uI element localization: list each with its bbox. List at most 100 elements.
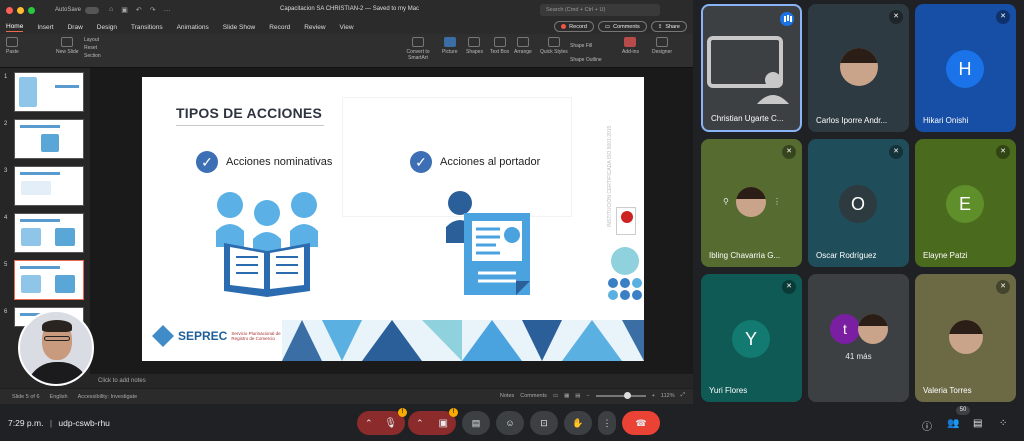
- slide-thumbnail-2[interactable]: [14, 119, 84, 159]
- tile-valeria-torres[interactable]: ✕ Valeria Torres: [915, 274, 1016, 402]
- tile-elayne-patzi[interactable]: E ✕ Elayne Patzi: [915, 139, 1016, 267]
- paste-button[interactable]: Paste: [6, 37, 19, 55]
- slide-thumbnail-3[interactable]: [14, 166, 84, 206]
- more-participants-label: 41 más: [845, 352, 872, 361]
- layout-button[interactable]: Layout: [84, 36, 101, 44]
- pin-icon[interactable]: ⚲: [723, 197, 729, 206]
- reset-button[interactable]: Reset: [84, 44, 101, 52]
- picture-button[interactable]: Picture: [442, 37, 458, 55]
- share-button[interactable]: ⇪ Share: [650, 21, 687, 32]
- redo-icon[interactable]: ↷: [150, 6, 156, 14]
- avatar: [858, 314, 888, 344]
- text-box-button[interactable]: Text Box: [490, 37, 509, 55]
- tab-home[interactable]: Home: [6, 23, 24, 32]
- convert-smartart-button[interactable]: Convert to SmartArt: [398, 37, 438, 61]
- new-slide-icon: [61, 37, 74, 47]
- avatar-initial: H: [946, 50, 984, 88]
- tab-record[interactable]: Record: [269, 24, 290, 31]
- microphone-toggle[interactable]: ⌃ 🎙 !: [357, 408, 407, 435]
- end-call-button[interactable]: ☎: [622, 411, 660, 435]
- grid-view-icon[interactable]: ▦: [564, 393, 569, 399]
- tab-transitions[interactable]: Transitions: [131, 24, 163, 31]
- tile-yuri-flores[interactable]: Y ✕ Yuri Flores: [701, 274, 802, 402]
- shape-outline-button[interactable]: Shape Outline: [570, 53, 602, 67]
- minimize-window-button[interactable]: [17, 6, 24, 14]
- shape-format: Shape Fill Shape Outline: [570, 39, 602, 67]
- arrange-button[interactable]: Arrange: [514, 37, 532, 55]
- zoom-level[interactable]: 112%: [661, 393, 675, 399]
- comments-toggle[interactable]: Comments: [520, 393, 547, 399]
- tile-ibling-chavarria[interactable]: ⚲ ⋮ ✕ Ibling Chavarria G...: [701, 139, 802, 267]
- reactions-button[interactable]: ☺: [496, 411, 524, 435]
- comments-button[interactable]: ▭ Comments: [597, 21, 647, 32]
- tab-view[interactable]: View: [340, 24, 354, 31]
- maximize-window-button[interactable]: [28, 6, 35, 14]
- save-icon[interactable]: ▣: [121, 6, 128, 14]
- notes-input[interactable]: Click to add notes: [90, 374, 693, 388]
- people-icon[interactable]: 👥: [947, 418, 959, 429]
- raise-hand-button[interactable]: ✋: [564, 411, 592, 435]
- warning-icon: !: [398, 408, 407, 417]
- window-controls: [6, 6, 35, 14]
- more-options-button[interactable]: ⋮: [598, 411, 616, 435]
- checkmark-icon: ✓: [410, 151, 432, 173]
- zoom-slider[interactable]: [595, 391, 646, 399]
- close-window-button[interactable]: [6, 6, 13, 14]
- slide-counter: Slide 5 of 6: [12, 393, 40, 400]
- activities-icon[interactable]: ⁘: [999, 418, 1007, 429]
- captions-button[interactable]: ▤: [462, 411, 490, 435]
- tile-hikari-onishi[interactable]: H ✕ Hikari Onishi: [915, 4, 1016, 132]
- slide-thumbnail-5[interactable]: [14, 260, 84, 300]
- mic-options-chevron-icon[interactable]: ⌃: [365, 418, 373, 429]
- addins-button[interactable]: Add-ins: [622, 37, 639, 55]
- zoom-slider-knob[interactable]: [623, 391, 631, 399]
- zoom-in-icon[interactable]: +: [652, 393, 655, 399]
- tab-review[interactable]: Review: [304, 24, 325, 31]
- meeting-details-icon[interactable]: ⓘ: [922, 418, 932, 433]
- more-icon[interactable]: …: [164, 6, 171, 14]
- undo-icon[interactable]: ↶: [136, 6, 142, 14]
- quick-styles-button[interactable]: Quick Styles: [540, 37, 568, 55]
- home-icon[interactable]: ⌂: [109, 6, 113, 14]
- autosave-toggle[interactable]: [85, 6, 100, 14]
- slide-thumbnail-4[interactable]: [14, 213, 84, 253]
- participant-name: Elayne Patzi: [923, 251, 968, 260]
- normal-view-icon[interactable]: ▭: [553, 393, 558, 399]
- current-slide[interactable]: TIPOS DE ACCIONES ✓ Acciones nominativas…: [142, 77, 644, 361]
- camera-options-chevron-icon[interactable]: ⌃: [416, 418, 424, 429]
- record-button[interactable]: Record: [554, 21, 594, 32]
- search-input[interactable]: Search (Cmd + Ctrl + U): [540, 4, 660, 16]
- tab-insert[interactable]: Insert: [37, 24, 53, 31]
- more-options-icon[interactable]: ⋮: [773, 197, 781, 206]
- tile-oscar-rodriguez[interactable]: O ✕ Oscar Rodríguez: [808, 139, 909, 267]
- meeting-code[interactable]: udp-cswb-rhu: [58, 418, 110, 428]
- record-icon: [561, 24, 567, 29]
- language-indicator[interactable]: English: [50, 394, 68, 400]
- fit-to-window-icon[interactable]: ⤢: [681, 392, 685, 399]
- share-label: Share: [665, 23, 680, 30]
- record-label: Record: [569, 23, 587, 30]
- tab-slide-show[interactable]: Slide Show: [223, 24, 256, 31]
- designer-button[interactable]: Designer: [652, 37, 672, 55]
- zoom-out-icon[interactable]: −: [586, 393, 589, 399]
- addins-icon: [624, 37, 637, 47]
- chat-icon[interactable]: ▤: [973, 418, 982, 429]
- shapes-button[interactable]: Shapes: [466, 37, 483, 55]
- tab-design[interactable]: Design: [97, 24, 117, 31]
- tile-carlos-iporre[interactable]: ✕ Carlos Iporre Andr...: [808, 4, 909, 132]
- mic-off-icon: ✕: [996, 145, 1010, 159]
- reading-view-icon[interactable]: ▤: [575, 393, 580, 399]
- presenter-self-view[interactable]: [18, 310, 94, 386]
- present-button[interactable]: ⊡: [530, 411, 558, 435]
- camera-toggle[interactable]: ⌃ ▣ !: [408, 408, 458, 435]
- tab-draw[interactable]: Draw: [68, 24, 83, 31]
- section-button[interactable]: Section: [84, 52, 101, 60]
- notes-toggle[interactable]: Notes: [500, 393, 514, 399]
- tab-animations[interactable]: Animations: [177, 24, 209, 31]
- new-slide-button[interactable]: New Slide: [56, 37, 79, 55]
- slide-thumbnail-1[interactable]: [14, 72, 84, 112]
- tile-christian-ugarte[interactable]: Christian Ugarte C...: [701, 4, 802, 132]
- accessibility-check[interactable]: Accessibility: Investigate: [78, 394, 138, 400]
- shape-fill-button[interactable]: Shape Fill: [570, 39, 602, 53]
- tile-more-participants[interactable]: t 41 más: [808, 274, 909, 402]
